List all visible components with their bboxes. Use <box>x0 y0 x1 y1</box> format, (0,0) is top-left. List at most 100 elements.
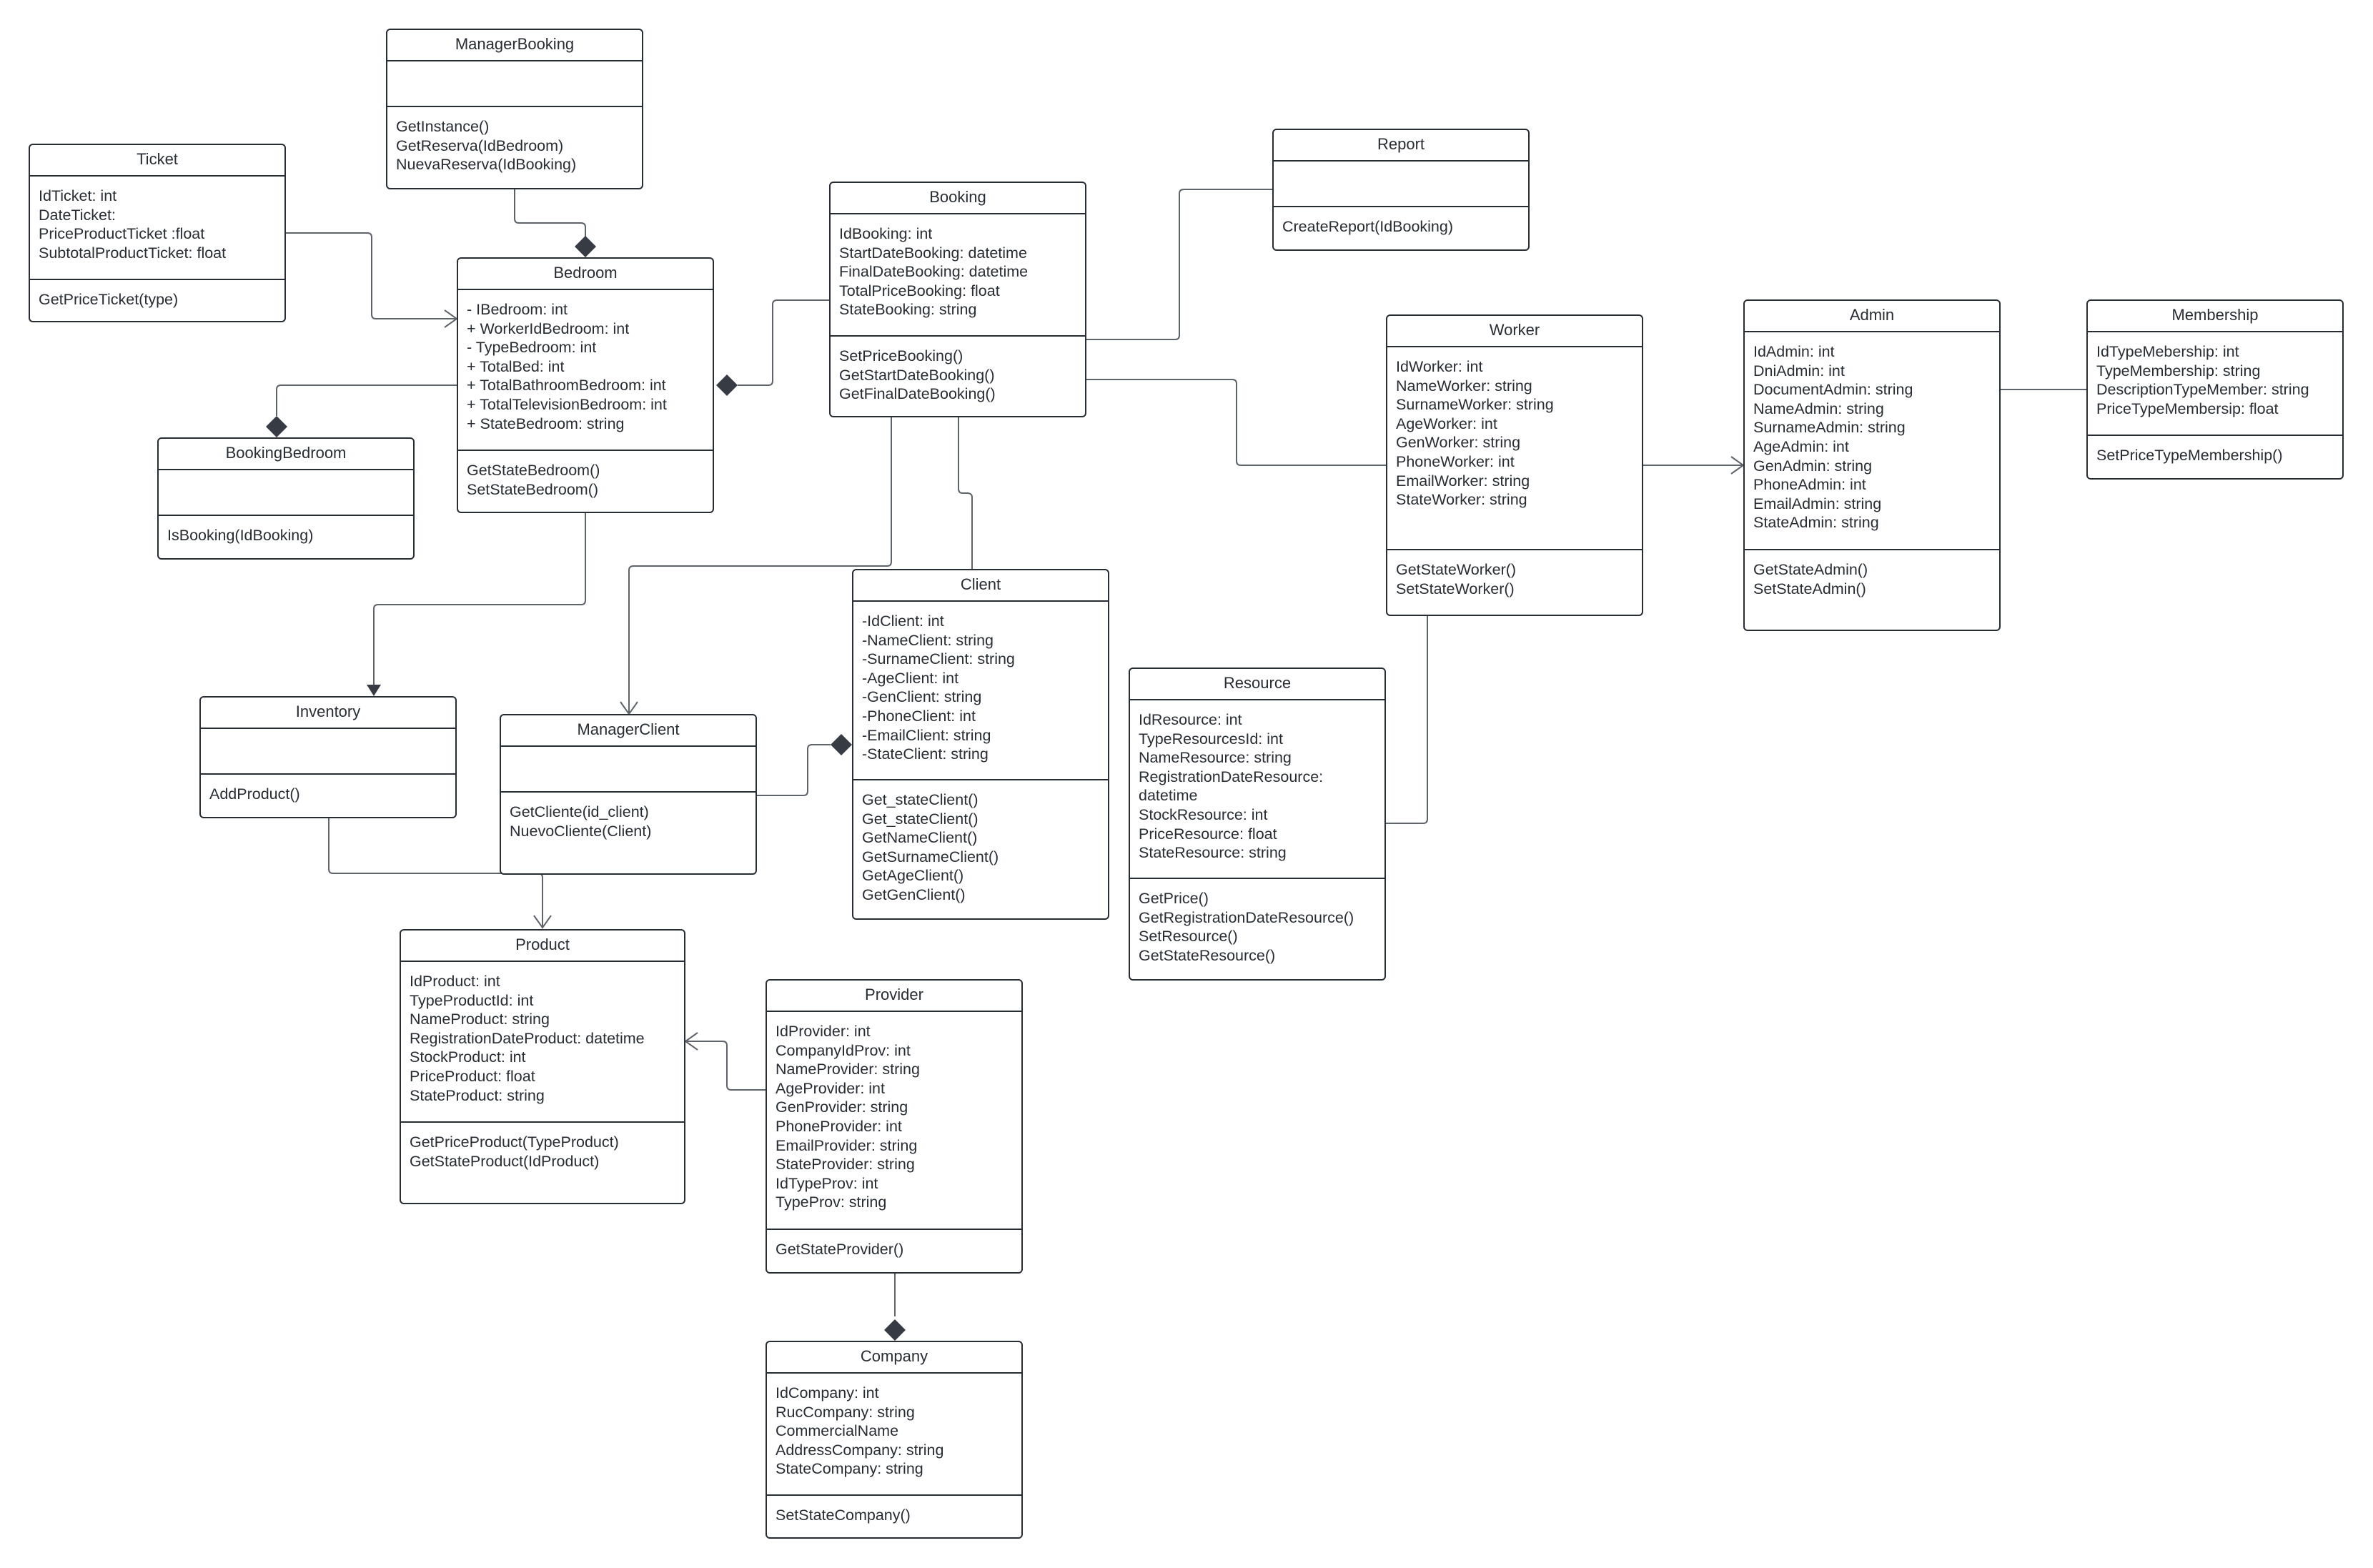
composition-diamond-icon <box>884 1319 906 1341</box>
attribute: StateProvider: string <box>776 1156 915 1173</box>
class-booking[interactable]: Booking IdBooking: int StartDateBooking:… <box>829 182 1086 417</box>
method: SetStateWorker() <box>1396 580 1515 597</box>
attribute: -SurnameClient: string <box>862 650 1015 668</box>
methods-compartment: SetPriceTypeMembership() <box>2088 436 2342 478</box>
class-name: Provider <box>767 981 1021 1012</box>
class-managerclient[interactable]: ManagerClient GetCliente(id_client) Nuev… <box>500 714 757 875</box>
attribute: PhoneProvider: int <box>776 1117 902 1135</box>
methods-compartment: GetStateBedroom() SetStateBedroom() <box>458 451 713 512</box>
attribute: PhoneAdmin: int <box>1753 476 1866 494</box>
class-managerbooking[interactable]: ManagerBooking GetInstance() GetReserva(… <box>386 29 643 189</box>
attribute: TypeResourcesId: int <box>1139 730 1283 748</box>
class-resource[interactable]: Resource IdResource: int TypeResourcesId… <box>1129 668 1386 981</box>
class-name: Worker <box>1387 316 1642 347</box>
attribute: -PhoneClient: int <box>862 707 976 725</box>
connector-managerclient-client <box>757 744 823 796</box>
attributes-compartment <box>387 61 642 107</box>
attribute: NameResource: string <box>1139 749 1292 767</box>
connector-booking-report <box>1086 189 1272 340</box>
method: GetStateProduct(IdProduct) <box>410 1152 600 1170</box>
attribute: EmailWorker: string <box>1396 472 1530 490</box>
method: GetStateResource() <box>1139 946 1276 964</box>
class-product[interactable]: Product IdProduct: int TypeProductId: in… <box>400 929 685 1204</box>
attribute: SurnameAdmin: string <box>1753 419 1906 437</box>
methods-compartment: GetStateAdmin() SetStateAdmin() <box>1745 550 1999 630</box>
composition-diamond-icon <box>716 374 738 396</box>
attribute: DescriptionTypeMember: string <box>2096 381 2309 399</box>
methods-compartment: SetPriceBooking() GetStartDateBooking() … <box>831 337 1085 416</box>
method: GetStateAdmin() <box>1753 561 1868 578</box>
class-bookingbedroom[interactable]: BookingBedroom IsBooking(IdBooking) <box>157 437 415 560</box>
attribute: IdTicket: int <box>39 187 117 204</box>
method: SetStateCompany() <box>776 1507 911 1524</box>
class-provider[interactable]: Provider IdProvider: int CompanyIdProv: … <box>766 979 1023 1274</box>
attribute: StateBooking: string <box>839 301 977 319</box>
method: GetStateProvider() <box>776 1241 904 1258</box>
class-ticket[interactable]: Ticket IdTicket: int DateTicket: PricePr… <box>29 144 286 322</box>
method: GetSurnameClient() <box>862 848 999 865</box>
attributes-compartment: IdAdmin: int DniAdmin: int DocumentAdmin… <box>1745 332 1999 550</box>
attribute: PriceProduct: float <box>410 1067 535 1085</box>
class-client[interactable]: Client -IdClient: int -NameClient: strin… <box>852 569 1109 920</box>
attribute: TypeProductId: int <box>410 991 534 1009</box>
attribute: StockProduct: int <box>410 1048 526 1066</box>
class-membership[interactable]: Membership IdTypeMebership: int TypeMemb… <box>2086 299 2344 480</box>
attribute: EmailProvider: string <box>776 1136 918 1154</box>
methods-compartment: CreateReport(IdBooking) <box>1274 207 1528 249</box>
method: GetFinalDateBooking() <box>839 385 996 403</box>
class-company[interactable]: Company IdCompany: int RucCompany: strin… <box>766 1341 1023 1539</box>
attribute: StockResource: int <box>1139 805 1268 823</box>
methods-compartment: GetPrice() GetRegistrationDateResource()… <box>1130 879 1384 979</box>
attribute: IdBooking: int <box>839 225 933 242</box>
attribute: -GenClient: string <box>862 688 982 706</box>
connector-ticket-bedroom <box>286 232 455 319</box>
method: NuevoCliente(Client) <box>510 822 652 840</box>
methods-compartment: GetCliente(id_client) NuevoCliente(Clien… <box>501 793 756 873</box>
class-name: Client <box>853 570 1108 602</box>
method: Get_stateClient() <box>862 791 979 808</box>
attribute: - TypeBedroom: int <box>467 339 597 357</box>
class-admin[interactable]: Admin IdAdmin: int DniAdmin: int Documen… <box>1743 299 2001 631</box>
method: GetGenClient() <box>862 885 966 903</box>
class-inventory[interactable]: Inventory AddProduct() <box>199 696 457 818</box>
attributes-compartment <box>1274 162 1528 207</box>
attribute: - IBedroom: int <box>467 301 568 318</box>
method: SetPriceBooking() <box>839 347 963 364</box>
attribute: RucCompany: string <box>776 1403 915 1421</box>
composition-diamond-icon <box>575 236 596 257</box>
methods-compartment: GetInstance() GetReserva(IdBedroom) Nuev… <box>387 107 642 188</box>
methods-compartment: AddProduct() <box>201 775 455 817</box>
class-name: Resource <box>1130 669 1384 700</box>
method: CreateReport(IdBooking) <box>1282 218 1454 235</box>
attribute: PhoneWorker: int <box>1396 452 1515 470</box>
connector-bedroom-bookingbedroom <box>276 384 457 404</box>
attribute: AddressCompany: string <box>776 1441 944 1459</box>
method: GetStateBedroom() <box>467 462 600 479</box>
method: GetInstance() <box>396 118 490 135</box>
attribute: IdWorker: int <box>1396 358 1483 375</box>
class-bedroom[interactable]: Bedroom - IBedroom: int + WorkerIdBedroo… <box>457 257 714 513</box>
attributes-compartment <box>501 747 756 793</box>
class-report[interactable]: Report CreateReport(IdBooking) <box>1272 129 1530 251</box>
class-name: Report <box>1274 130 1528 162</box>
connector-booking-client <box>958 417 973 569</box>
method: GetReserva(IdBedroom) <box>396 137 564 154</box>
attribute: SurnameWorker: string <box>1396 396 1554 414</box>
attribute: GenProvider: string <box>776 1098 908 1116</box>
class-name: Company <box>767 1342 1021 1374</box>
class-worker[interactable]: Worker IdWorker: int NameWorker: string … <box>1386 314 1643 616</box>
connector-worker-resource <box>1386 616 1428 824</box>
attributes-compartment <box>201 729 455 775</box>
attributes-compartment: IdBooking: int StartDateBooking: datetim… <box>831 214 1085 337</box>
attribute: NameProduct: string <box>410 1011 550 1028</box>
method: GetNameClient() <box>862 829 978 847</box>
attribute: + TotalBathroomBedroom: int <box>467 377 666 395</box>
attribute: PriceProductTicket :float <box>39 225 205 243</box>
methods-compartment: GetPriceProduct(TypeProduct) GetStatePro… <box>401 1123 684 1203</box>
methods-compartment: GetPriceTicket(type) <box>30 280 284 321</box>
attribute: CompanyIdProv: int <box>776 1041 911 1059</box>
attribute: RegistrationDateProduct: datetime <box>410 1029 645 1047</box>
attribute: AgeProvider: int <box>776 1079 885 1097</box>
attribute: TypeProv: string <box>776 1194 887 1211</box>
method: GetCliente(id_client) <box>510 803 649 820</box>
